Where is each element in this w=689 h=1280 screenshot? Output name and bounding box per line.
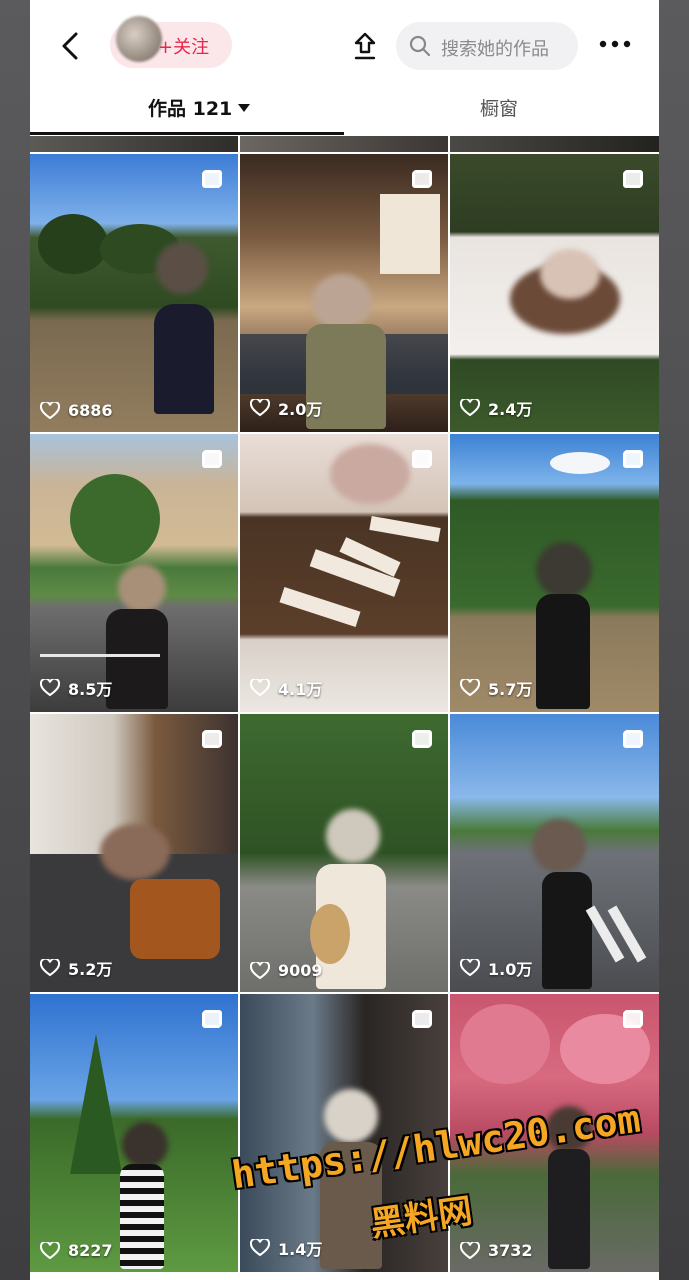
blurred-face — [100, 824, 170, 880]
multi-image-icon — [202, 1010, 222, 1028]
blurred-face — [312, 274, 372, 330]
heart-icon — [460, 399, 480, 417]
multi-image-icon — [623, 730, 643, 748]
background-left — [0, 0, 30, 1280]
blurred-face — [536, 542, 592, 598]
background-right — [659, 0, 689, 1280]
prev-row-tile[interactable] — [30, 136, 238, 152]
heart-icon — [40, 401, 60, 419]
avatar[interactable] — [116, 16, 162, 62]
follow-button[interactable]: +关注 — [158, 33, 209, 59]
post-tile[interactable]: 2.4万 — [450, 154, 659, 432]
post-tile[interactable]: 4.1万 — [240, 434, 448, 712]
back-arrow-icon[interactable] — [52, 26, 88, 66]
blurred-face — [118, 564, 166, 612]
tab-indicator — [30, 132, 344, 135]
share-icon[interactable] — [350, 30, 380, 62]
person-shape — [106, 609, 168, 709]
tab-window[interactable]: 橱窗 — [480, 94, 518, 121]
tree-shape — [38, 214, 108, 274]
like-count: 3732 — [460, 1241, 533, 1260]
blurred-face — [330, 444, 410, 504]
multi-image-icon — [202, 170, 222, 188]
person-shape — [542, 872, 592, 989]
blossom-shape — [460, 1004, 550, 1084]
heart-icon — [250, 1239, 270, 1257]
like-count: 5.2万 — [40, 956, 112, 980]
blurred-face — [326, 809, 380, 863]
post-tile[interactable]: 2.0万 — [240, 154, 448, 432]
person-shape — [130, 879, 220, 959]
heart-icon — [250, 679, 270, 697]
like-count: 9009 — [250, 961, 323, 980]
person-shape — [548, 1149, 590, 1269]
post-tile[interactable]: 8227 — [30, 994, 238, 1272]
post-tile[interactable]: 5.7万 — [450, 434, 659, 712]
wall-panel — [380, 194, 440, 274]
search-icon — [409, 35, 431, 57]
like-count: 4.1万 — [250, 676, 322, 700]
road-line — [40, 654, 160, 657]
blurred-face — [532, 819, 586, 873]
tree-shape — [70, 1034, 122, 1174]
prev-row-tile[interactable] — [450, 136, 659, 152]
blurred-face — [156, 242, 208, 294]
search-input[interactable]: 搜索她的作品 — [396, 22, 578, 70]
person-shape — [120, 1164, 164, 1269]
multi-image-icon — [412, 170, 432, 188]
heart-icon — [40, 1241, 60, 1259]
multi-image-icon — [412, 730, 432, 748]
heart-icon — [250, 399, 270, 417]
prev-row-tile[interactable] — [240, 136, 448, 152]
blurred-face — [540, 249, 600, 299]
multi-image-icon — [623, 450, 643, 468]
profile-screen: +关注 搜索她的作品 作品 121 橱窗 6886 2.0万 2.4万 8.5万… — [30, 0, 659, 1280]
person-shape — [154, 304, 214, 414]
multi-image-icon — [623, 1010, 643, 1028]
like-count: 5.7万 — [460, 676, 532, 700]
multi-image-icon — [623, 170, 643, 188]
paper-strip — [279, 587, 361, 627]
tree-shape — [70, 474, 160, 564]
like-count: 8227 — [40, 1241, 113, 1260]
heart-icon — [460, 959, 480, 977]
like-count: 2.0万 — [250, 396, 322, 420]
tab-works[interactable]: 作品 121 — [148, 94, 251, 121]
post-tile[interactable]: 5.2万 — [30, 714, 238, 992]
like-count: 6886 — [40, 401, 113, 420]
like-count: 1.4万 — [250, 1236, 322, 1260]
heart-icon — [40, 959, 60, 977]
more-icon[interactable] — [598, 34, 632, 54]
paper-strip — [369, 516, 441, 542]
multi-image-icon — [202, 730, 222, 748]
heart-icon — [460, 1241, 480, 1259]
bouquet-shape — [310, 904, 350, 964]
like-count: 2.4万 — [460, 396, 532, 420]
post-tile[interactable]: 6886 — [30, 154, 238, 432]
search-placeholder: 搜索她的作品 — [441, 39, 549, 60]
caret-down-icon — [238, 104, 251, 112]
post-tile[interactable]: 1.0万 — [450, 714, 659, 992]
like-count: 1.0万 — [460, 956, 532, 980]
multi-image-icon — [412, 450, 432, 468]
heart-icon — [250, 961, 270, 979]
like-count: 8.5万 — [40, 676, 112, 700]
top-bar: +关注 搜索她的作品 — [30, 0, 659, 92]
multi-image-icon — [412, 1010, 432, 1028]
heart-icon — [460, 679, 480, 697]
multi-image-icon — [202, 450, 222, 468]
post-tile[interactable]: 8.5万 — [30, 434, 238, 712]
person-shape — [536, 594, 590, 709]
heart-icon — [40, 679, 60, 697]
blurred-face — [122, 1122, 168, 1168]
cloud-shape — [550, 452, 610, 474]
tab-bar: 作品 121 橱窗 — [30, 92, 659, 136]
tab-works-label: 作品 121 — [148, 98, 233, 120]
post-tile[interactable]: 9009 — [240, 714, 448, 992]
